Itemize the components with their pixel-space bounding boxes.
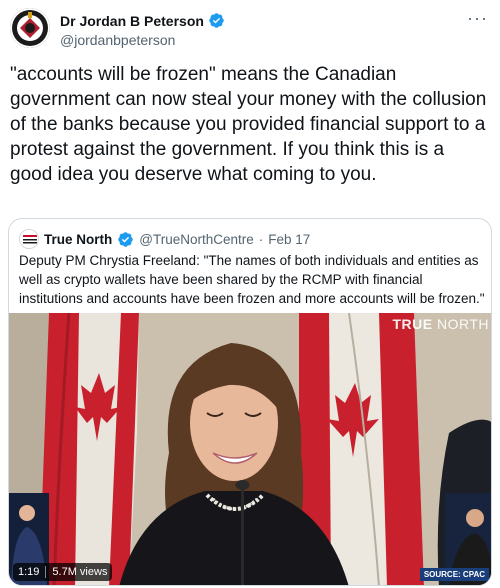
author-avatar[interactable] [10, 8, 50, 48]
quoted-date[interactable]: Feb 17 [268, 232, 310, 247]
quoted-separator: · [258, 231, 264, 247]
video-stats-pill: 1:19 5.7M views [13, 563, 113, 581]
pill-divider [45, 566, 47, 578]
quoted-tweet[interactable]: True North @TrueNorthCentre · Feb 17 Dep… [8, 218, 492, 586]
author-handle[interactable]: @jordanbpeterson [60, 32, 175, 48]
quoted-author-avatar[interactable] [19, 229, 39, 249]
author-name-row: Dr Jordan B Peterson [60, 12, 225, 29]
author-display-name[interactable]: Dr Jordan B Peterson [60, 13, 204, 29]
quoted-tweet-header: True North @TrueNorthCentre · Feb 17 [19, 229, 310, 249]
canadian-flag-left [39, 313, 139, 585]
video-duration: 1:19 [18, 566, 40, 578]
tweet-header: Dr Jordan B Peterson @jordanbpeterson ··… [10, 6, 490, 50]
watermark-thin-text: NORTH [432, 316, 489, 332]
quoted-tweet-text: Deputy PM Chrystia Freeland: "The names … [19, 253, 485, 306]
quoted-author-display-name[interactable]: True North [44, 232, 112, 247]
watermark-bold-text: TRUE [392, 316, 433, 332]
quoted-verified-badge-icon [118, 231, 134, 247]
verified-badge-icon [209, 13, 224, 28]
video-player[interactable]: TRUE NORTH 1:19 5.7M views SOURCE: CPAC [9, 313, 491, 585]
source-badge: SOURCE: CPAC [419, 568, 489, 581]
author-avatar-image [10, 8, 50, 48]
quoted-author-handle[interactable]: @TrueNorthCentre [139, 232, 254, 247]
video-frame [9, 313, 491, 585]
true-north-watermark: TRUE NORTH [392, 316, 489, 332]
video-views: 5.7M views [52, 566, 108, 578]
true-north-logo-icon [20, 230, 38, 248]
more-horizontal-icon[interactable]: ··· [467, 8, 488, 29]
tweet-text: "accounts will be frozen" means the Cana… [10, 64, 487, 185]
